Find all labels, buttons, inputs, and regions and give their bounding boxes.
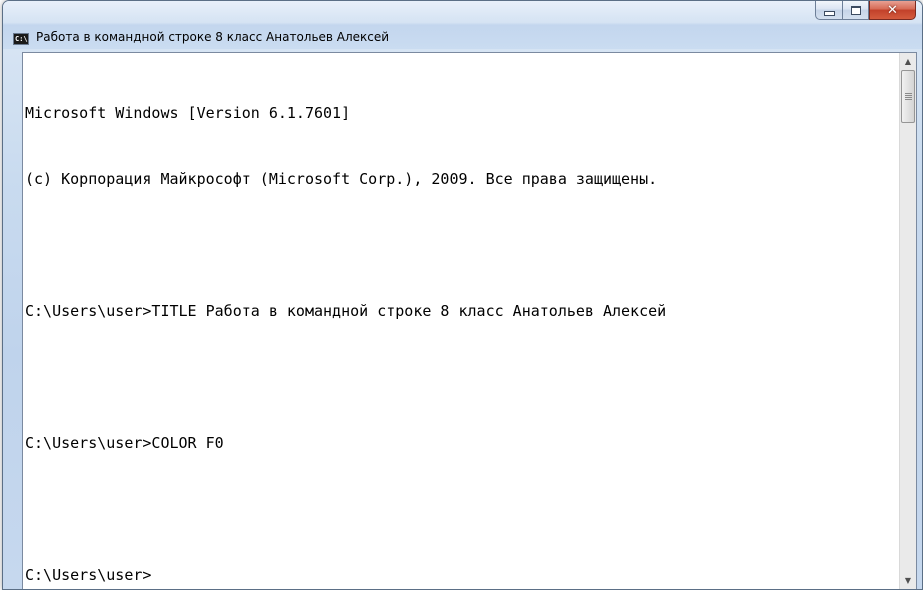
window-title: Работа в командной строке 8 класс Анатол… bbox=[36, 30, 390, 44]
scroll-up-arrow-icon[interactable]: ▲ bbox=[900, 53, 916, 70]
maximize-button[interactable] bbox=[842, 1, 869, 20]
grip-icon bbox=[904, 93, 912, 100]
scroll-thumb[interactable] bbox=[901, 70, 915, 123]
vertical-scrollbar[interactable]: ▲ ▼ bbox=[899, 53, 916, 589]
minimize-button[interactable] bbox=[815, 1, 842, 20]
console-line: (c) Корпорация Майкрософт (Microsoft Cor… bbox=[25, 170, 658, 188]
title-bar[interactable]: C:\. Работа в командной строке 8 класс А… bbox=[3, 1, 922, 49]
console-line: Microsoft Windows [Version 6.1.7601] bbox=[25, 104, 351, 122]
close-button[interactable]: ✕ bbox=[869, 1, 916, 20]
console-output[interactable]: Microsoft Windows [Version 6.1.7601] (c)… bbox=[23, 53, 899, 589]
console-line: C:\Users\user>COLOR F0 bbox=[25, 434, 224, 452]
caption-buttons: ✕ bbox=[815, 1, 916, 21]
close-icon: ✕ bbox=[887, 2, 898, 18]
cmd-app-icon[interactable]: C:\. bbox=[13, 33, 29, 45]
cmd-window: C:\. Работа в командной строке 8 класс А… bbox=[2, 0, 923, 590]
scroll-down-arrow-icon[interactable]: ▼ bbox=[900, 572, 916, 589]
minimize-icon bbox=[823, 10, 835, 16]
maximize-icon bbox=[850, 5, 861, 15]
console-line: C:\Users\user>TITLE Работа в командной с… bbox=[25, 302, 667, 320]
console-prompt[interactable]: C:\Users\user> bbox=[25, 564, 899, 586]
console-area[interactable]: Microsoft Windows [Version 6.1.7601] (c)… bbox=[22, 52, 917, 589]
